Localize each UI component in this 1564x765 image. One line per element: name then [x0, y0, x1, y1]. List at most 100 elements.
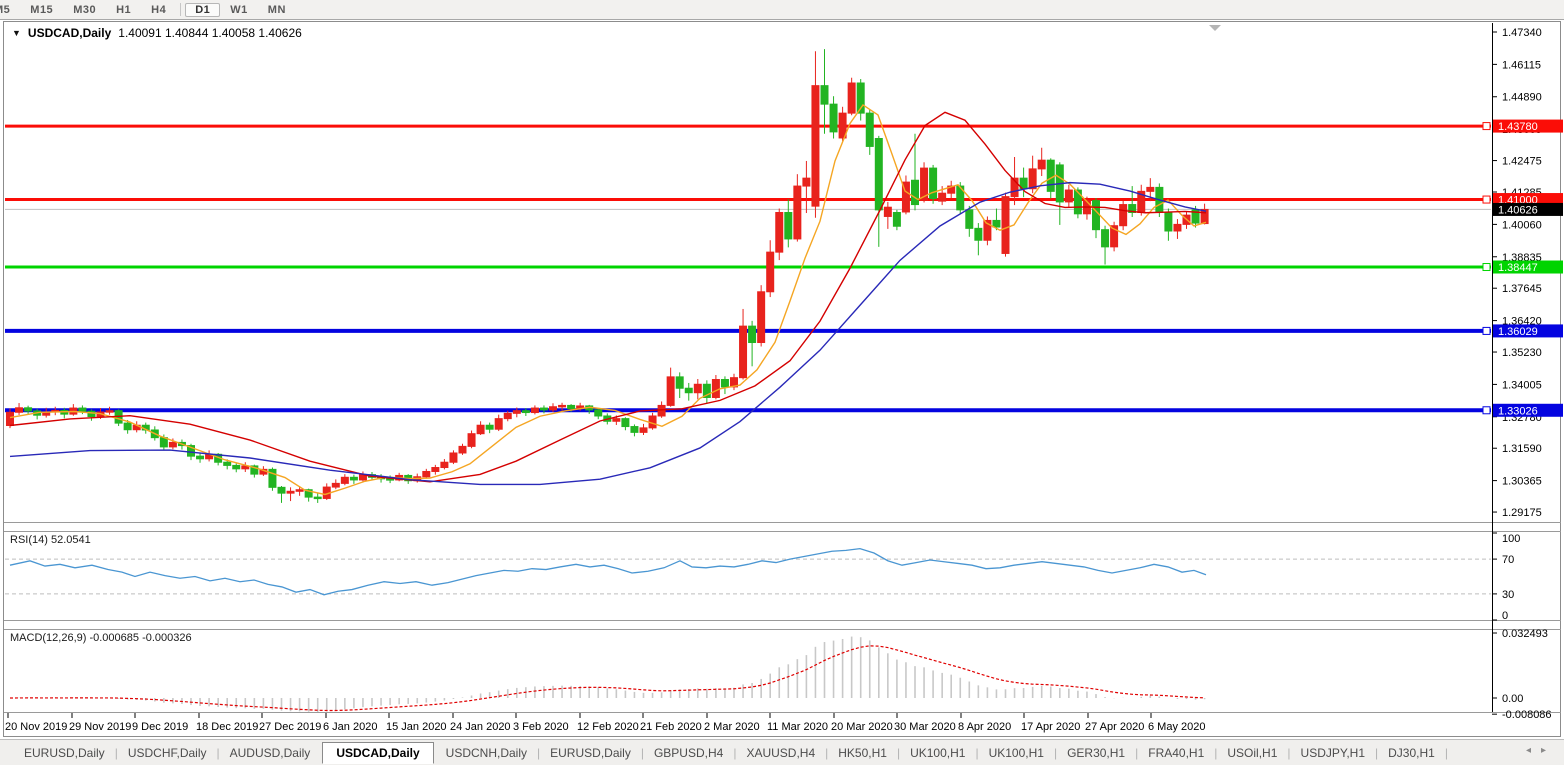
symbol-tabbar: EURUSD,Daily | USDCHF,Daily | AUDUSD,Daily US…: [0, 739, 1564, 765]
svg-text:1.30365: 1.30365: [1502, 476, 1542, 488]
svg-text:9 Dec 2019: 9 Dec 2019: [132, 721, 188, 733]
symbol-tabs: EURUSD,Daily | USDCHF,Daily | AUDUSD,Daily US…: [14, 741, 1448, 764]
tab-ger30-h1[interactable]: GER30,H1: [1057, 744, 1135, 762]
tab-usdchf-daily[interactable]: USDCHF,Daily: [118, 744, 217, 762]
candle: [720, 379, 729, 388]
timeframe-button-w1[interactable]: W1: [220, 3, 258, 17]
ma-fast-line: [9, 103, 1207, 496]
timeframe-buttons: M5M15M30H1H4 D1W1MN: [0, 2, 296, 17]
timeframe-button-m5[interactable]: M5: [0, 3, 20, 17]
candle: [512, 410, 521, 414]
candle: [105, 410, 114, 413]
timeframe-button-h4[interactable]: H4: [141, 3, 176, 17]
candle: [1064, 189, 1073, 203]
chart-canvas[interactable]: 1.473401.461151.448901.436651.424751.412…: [0, 0, 1564, 764]
candle: [974, 227, 983, 241]
svg-text:17 Apr 2020: 17 Apr 2020: [1021, 721, 1080, 733]
svg-text:18 Dec 2019: 18 Dec 2019: [196, 721, 258, 733]
svg-text:30 Mar 2020: 30 Mar 2020: [894, 721, 956, 733]
candle: [431, 467, 440, 472]
tab-usdcad-daily[interactable]: USDCAD,Daily: [322, 741, 434, 764]
level-lines[interactable]: [5, 124, 1491, 413]
svg-text:1.43780: 1.43780: [1498, 121, 1538, 133]
candle: [820, 85, 829, 105]
candle: [1164, 211, 1173, 232]
candle: [666, 376, 675, 406]
candle: [874, 138, 883, 211]
tab-uk100-h1[interactable]: UK100,H1: [900, 744, 975, 762]
candle: [784, 211, 793, 240]
shift-marker-icon[interactable]: [1209, 25, 1221, 31]
candle: [992, 219, 1001, 228]
svg-text:1.37645: 1.37645: [1502, 283, 1542, 295]
tab-eurusd-daily[interactable]: EURUSD,Daily: [540, 744, 641, 762]
candle: [1119, 204, 1128, 227]
candle: [476, 424, 485, 435]
svg-text:1.46115: 1.46115: [1502, 59, 1541, 71]
tab-fra40-h1[interactable]: FRA40,H1: [1138, 744, 1214, 762]
candle: [748, 325, 757, 344]
timeframe-button-m15[interactable]: M15: [20, 3, 63, 17]
tab-usdcnh-daily[interactable]: USDCNH,Daily: [436, 744, 537, 762]
candle: [847, 82, 856, 114]
tab-xauusd-h4[interactable]: XAUUSD,H4: [736, 744, 825, 762]
candle: [621, 418, 630, 428]
tab-hk50-h1[interactable]: HK50,H1: [828, 744, 897, 762]
candle: [123, 422, 132, 431]
svg-text:0.00: 0.00: [1502, 693, 1523, 705]
ma-mid-line: [9, 111, 1207, 483]
timeframe-button-mn[interactable]: MN: [258, 3, 296, 17]
svg-text:1.40626: 1.40626: [1498, 204, 1538, 216]
svg-text:1.35230: 1.35230: [1502, 347, 1542, 359]
candle: [1146, 186, 1155, 192]
tab-dj30-h1[interactable]: DJ30,H1: [1378, 744, 1445, 762]
svg-text:20 Nov 2019: 20 Nov 2019: [5, 721, 67, 733]
svg-text:1.42475: 1.42475: [1502, 156, 1542, 168]
timeframe-toolbar: M5M15M30H1H4 D1W1MN: [0, 0, 1564, 19]
candle: [232, 464, 241, 470]
candle: [196, 455, 205, 460]
svg-text:11 Mar 2020: 11 Mar 2020: [767, 721, 828, 733]
candle: [168, 441, 177, 448]
tab-usdjpy-h1[interactable]: USDJPY,H1: [1291, 744, 1375, 762]
candle: [612, 418, 621, 422]
tab-uk100-h1[interactable]: UK100,H1: [979, 744, 1054, 762]
tab-separator: |: [1444, 745, 1448, 760]
candle: [1001, 196, 1010, 254]
candle: [793, 185, 802, 240]
ma-slow-line: [9, 181, 1207, 486]
scroll-left-icon[interactable]: ◂: [1526, 745, 1541, 756]
scroll-right-icon[interactable]: ▸: [1541, 745, 1556, 756]
symbol-period-label: USDCAD,Daily: [27, 26, 112, 40]
timeframe-button-d1[interactable]: D1: [185, 2, 221, 17]
candle: [286, 490, 295, 494]
svg-text:21 Feb 2020: 21 Feb 2020: [640, 721, 702, 733]
candle: [422, 470, 431, 478]
candle: [693, 383, 702, 394]
candle: [630, 426, 639, 433]
candle: [675, 376, 684, 389]
tab-eurusd-daily[interactable]: EURUSD,Daily: [14, 744, 115, 762]
svg-text:1.34005: 1.34005: [1502, 379, 1542, 391]
svg-text:15 Jan 2020: 15 Jan 2020: [386, 721, 447, 733]
svg-text:27 Dec 2019: 27 Dec 2019: [259, 721, 321, 733]
candle: [494, 418, 503, 430]
macd-pane: [9, 636, 1206, 712]
candle: [6, 411, 14, 426]
tab-audusd-daily[interactable]: AUDUSD,Daily: [220, 744, 321, 762]
candle: [1073, 189, 1082, 215]
chevron-down-icon[interactable]: ▼: [12, 28, 21, 38]
tab-scroll-arrows: ◂▸: [1526, 745, 1556, 756]
tab-gbpusd-h4[interactable]: GBPUSD,H4: [644, 744, 733, 762]
svg-text:0.032493: 0.032493: [1502, 628, 1548, 640]
candle: [938, 192, 947, 202]
tab-usoil-h1[interactable]: USOil,H1: [1217, 744, 1287, 762]
candle: [558, 404, 567, 408]
candle: [1037, 159, 1046, 170]
svg-text:27 Apr 2020: 27 Apr 2020: [1085, 721, 1144, 733]
timeframe-button-h1[interactable]: H1: [106, 3, 141, 17]
timeframe-button-m30[interactable]: M30: [63, 3, 106, 17]
rsi-label: RSI(14) 52.0541: [10, 534, 91, 546]
candle: [594, 409, 603, 417]
candle: [766, 251, 775, 293]
